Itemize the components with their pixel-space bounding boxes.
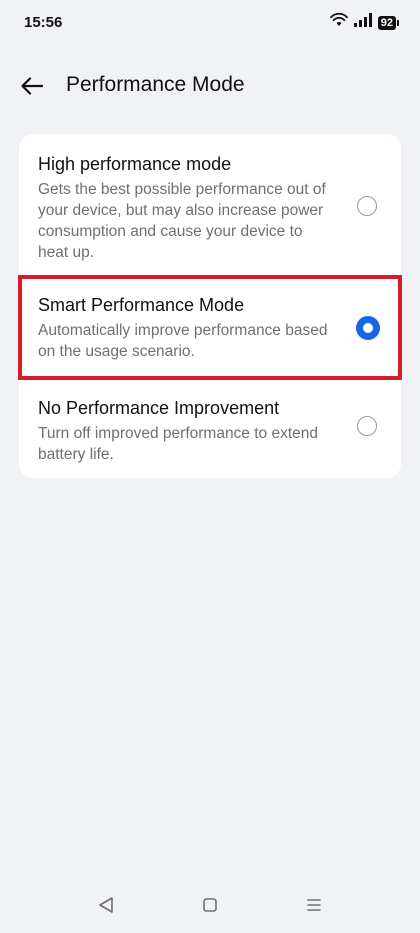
signal-icon bbox=[353, 13, 372, 32]
option-title: High performance mode bbox=[38, 154, 232, 174]
status-icons: 92 bbox=[329, 12, 400, 32]
option-description: Automatically improve performance based … bbox=[38, 322, 328, 360]
option-smart-performance[interactable]: Smart Performance Mode Automatically imp… bbox=[19, 274, 401, 378]
wifi-icon bbox=[329, 12, 348, 32]
option-description: Gets the best possible performance out o… bbox=[38, 181, 326, 261]
recents-menu-icon bbox=[307, 899, 321, 911]
arrow-left-icon bbox=[21, 77, 43, 95]
radio-high-performance[interactable] bbox=[357, 196, 377, 216]
nav-bar bbox=[0, 881, 420, 933]
nav-back-button[interactable] bbox=[94, 893, 118, 917]
option-high-performance[interactable]: High performance mode Gets the best poss… bbox=[19, 134, 401, 274]
nav-home-button[interactable] bbox=[198, 893, 222, 917]
radio-no-performance-improvement[interactable] bbox=[357, 416, 377, 436]
radio-smart-performance[interactable] bbox=[356, 316, 380, 340]
option-title: Smart Performance Mode bbox=[38, 295, 245, 315]
page-title: Performance Mode bbox=[66, 73, 245, 96]
option-description: Turn off improved performance to extend … bbox=[38, 425, 319, 463]
battery-icon: 92 bbox=[377, 15, 400, 30]
screen: 15:56 92 Performance Mode High performan… bbox=[0, 0, 420, 933]
option-no-performance-improvement[interactable]: No Performance Improvement Turn off impr… bbox=[19, 378, 401, 478]
performance-options-card: High performance mode Gets the best poss… bbox=[19, 134, 401, 478]
nav-recents-button[interactable] bbox=[302, 893, 326, 917]
header: Performance Mode bbox=[0, 62, 420, 110]
option-title: No Performance Improvement bbox=[38, 398, 280, 418]
status-bar: 15:56 92 bbox=[0, 0, 420, 48]
back-button[interactable] bbox=[14, 70, 50, 102]
status-time: 15:56 bbox=[24, 14, 63, 31]
home-square-icon bbox=[203, 898, 217, 912]
back-triangle-icon bbox=[99, 897, 113, 913]
